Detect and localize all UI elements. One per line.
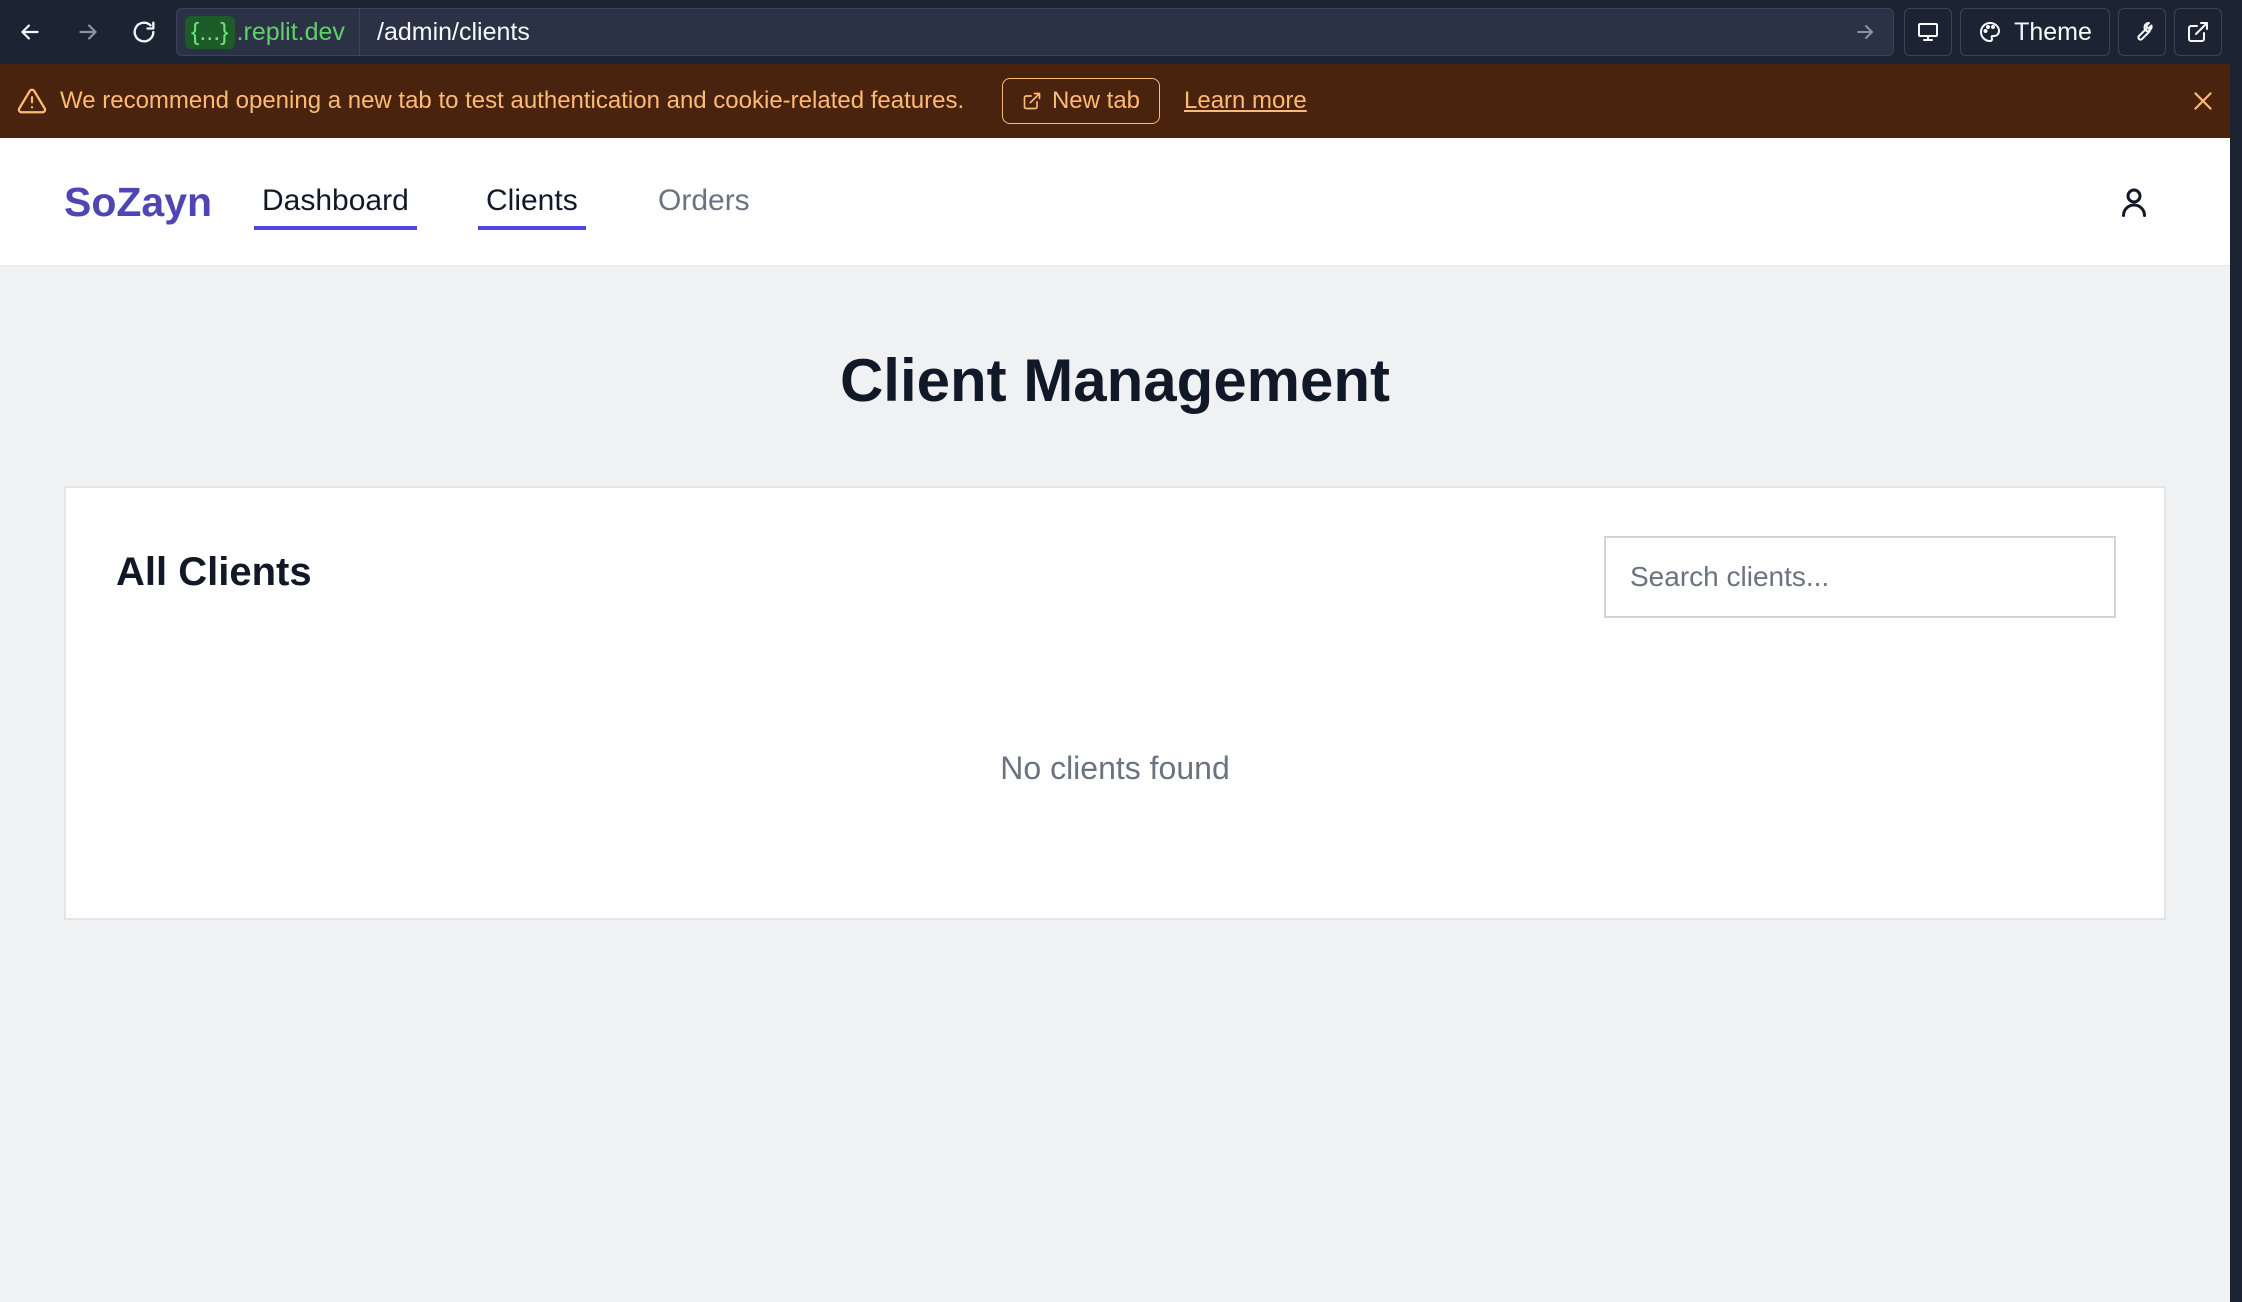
url-host-domain: .replit.dev	[236, 17, 345, 46]
warning-icon	[17, 88, 47, 114]
url-path[interactable]: /admin/clients	[377, 9, 530, 55]
new-tab-button[interactable]: New tab	[1002, 78, 1160, 124]
user-icon[interactable]	[2116, 184, 2152, 220]
reload-icon	[133, 21, 155, 43]
nav-clients[interactable]: Clients	[478, 176, 586, 230]
monitor-icon	[1918, 23, 1938, 41]
open-external-button[interactable]	[2174, 8, 2222, 56]
forward-arrow-icon	[79, 24, 97, 40]
search-input[interactable]	[1604, 536, 2116, 618]
url-host: {...} .replit.dev	[185, 15, 345, 49]
brand-logo[interactable]: SoZayn	[64, 138, 212, 266]
device-preview-button[interactable]	[1904, 8, 1952, 56]
url-divider	[359, 9, 360, 55]
clients-card: All Clients No clients found	[64, 486, 2166, 920]
palette-icon	[1980, 22, 2001, 42]
nav-orders[interactable]: Orders	[650, 176, 758, 226]
reload-button[interactable]	[124, 12, 164, 52]
empty-state-message: No clients found	[1000, 750, 1230, 786]
page-title: Client Management	[839, 347, 1391, 414]
card-title: All Clients	[116, 550, 312, 594]
nav-dashboard[interactable]: Dashboard	[254, 176, 417, 230]
back-button[interactable]	[10, 12, 50, 52]
new-tab-label: New tab	[1051, 87, 1141, 114]
banner-message: We recommend opening a new tab to test a…	[60, 87, 965, 114]
forward-button[interactable]	[68, 12, 108, 52]
browser-toolbar: {...} .replit.dev /admin/clients Theme	[0, 0, 2242, 64]
devtools-button[interactable]	[2118, 8, 2166, 56]
theme-label: Theme	[2014, 17, 2092, 46]
go-arrow-icon[interactable]	[1853, 20, 1877, 44]
scrollbar[interactable]	[2230, 64, 2242, 1302]
auth-warning-banner: We recommend opening a new tab to test a…	[0, 64, 2230, 138]
external-link-icon	[1023, 92, 1041, 110]
theme-button[interactable]: Theme	[1960, 8, 2110, 56]
url-host-badge: {...}	[185, 15, 235, 49]
external-link-icon	[2188, 22, 2208, 42]
back-arrow-icon	[21, 24, 39, 40]
wrench-icon	[2137, 22, 2153, 41]
learn-more-link[interactable]: Learn more	[1184, 64, 1307, 138]
url-bar[interactable]: {...} .replit.dev /admin/clients	[176, 8, 1894, 56]
close-icon[interactable]	[2190, 88, 2216, 114]
app-header: SoZayn Dashboard Clients Orders	[0, 138, 2230, 266]
